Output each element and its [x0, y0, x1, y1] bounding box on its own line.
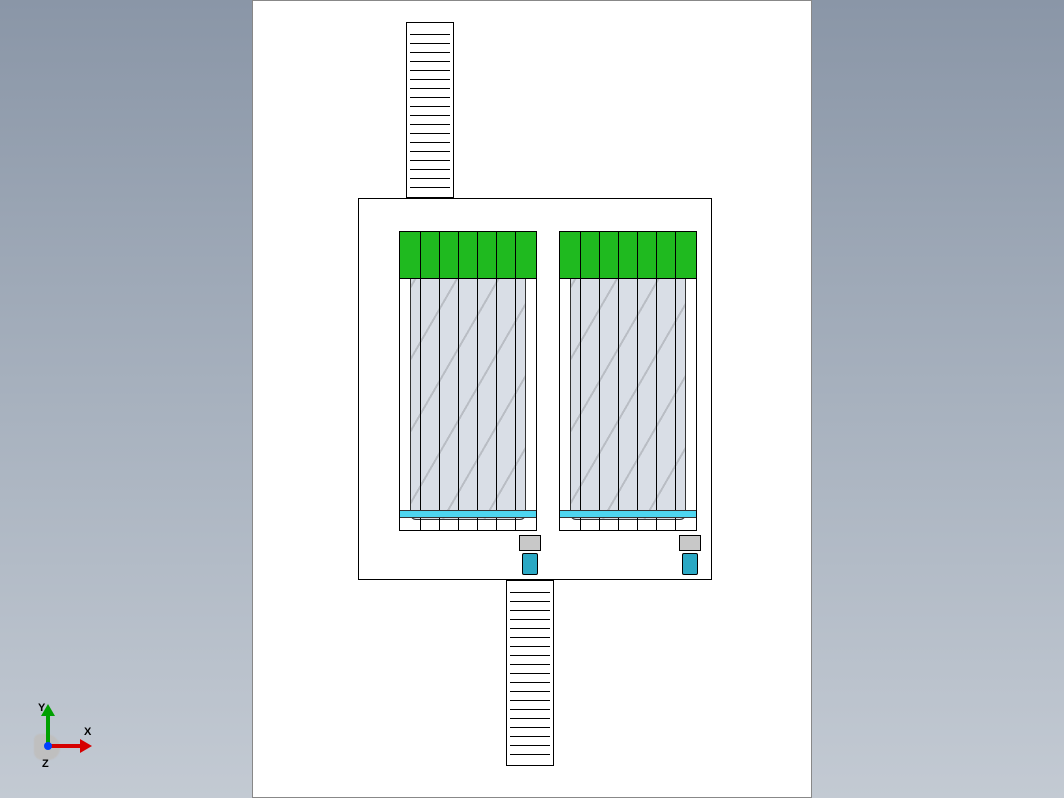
- motor-icon: [522, 553, 538, 575]
- x-axis-label: X: [84, 726, 91, 738]
- platform-deck: [358, 198, 712, 580]
- y-axis-label: Y: [38, 702, 45, 714]
- coordinate-triad[interactable]: X Y Z: [24, 704, 94, 774]
- tower-right-opening: [559, 231, 697, 531]
- conveyor-top: [406, 22, 454, 198]
- drive-motor-right: [679, 535, 701, 575]
- z-axis-label: Z: [42, 758, 49, 770]
- tower-left-cage-icon: [400, 232, 536, 530]
- cad-viewport[interactable]: X Y Z: [0, 0, 1064, 798]
- tower-right-base-ring: [560, 510, 696, 518]
- tower-right-cage-icon: [560, 232, 696, 530]
- motor-icon: [682, 553, 698, 575]
- gearbox-icon: [519, 535, 541, 551]
- conveyor-bottom: [506, 580, 554, 766]
- tower-left-base-ring: [400, 510, 536, 518]
- tower-left-opening: [399, 231, 537, 531]
- x-axis-icon: [48, 744, 84, 748]
- z-axis-icon: [44, 742, 52, 750]
- gearbox-icon: [679, 535, 701, 551]
- drive-motor-left: [519, 535, 541, 575]
- conveyor-belt-icon: [510, 584, 550, 762]
- conveyor-belt-icon: [410, 26, 450, 194]
- x-arrow-icon: [80, 739, 92, 753]
